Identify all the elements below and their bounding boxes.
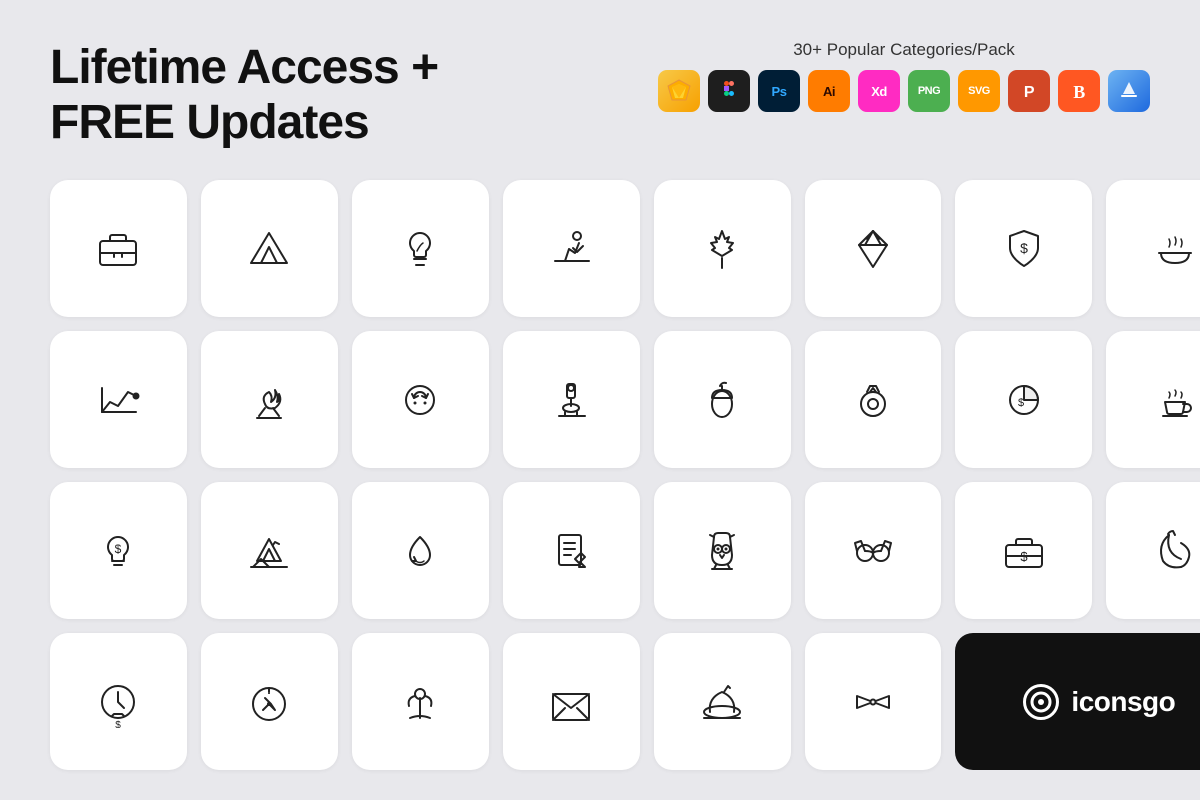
format-icons-row: Ps Ai Xd PNG SVG P B <box>658 70 1150 112</box>
icon-water-recycle <box>352 482 489 619</box>
icon-notepad <box>503 482 640 619</box>
icon-envelope <box>503 633 640 770</box>
icon-shield-dollar: $ <box>955 180 1092 317</box>
format-badge-blogger: B <box>1058 70 1100 112</box>
icon-food-bowl <box>1106 180 1200 317</box>
icon-hand-plant <box>352 633 489 770</box>
icon-banana <box>1106 482 1200 619</box>
icon-binoculars <box>805 482 942 619</box>
svg-text:P: P <box>1024 84 1035 101</box>
logo-icon <box>1023 684 1059 720</box>
icon-maple-leaf <box>654 180 791 317</box>
header-right: 30+ Popular Categories/Pack <box>658 40 1150 112</box>
iconsgo-logo[interactable]: iconsgo <box>955 633 1200 770</box>
icon-roast-food <box>654 633 791 770</box>
format-badge-ppt: P <box>1008 70 1050 112</box>
icon-recycle-face <box>352 331 489 468</box>
format-badge-xd: Xd <box>858 70 900 112</box>
icon-clock-dollar: $ <box>50 633 187 770</box>
icon-acorn <box>654 331 791 468</box>
svg-text:$: $ <box>1018 397 1024 409</box>
icon-coffee-cup <box>1106 331 1200 468</box>
icon-pie-chart-dollar: $ <box>955 331 1092 468</box>
page-header: Lifetime Access + FREE Updates 30+ Popul… <box>50 40 1150 150</box>
icon-eco-bulb <box>352 180 489 317</box>
format-badge-ai: Ai <box>808 70 850 112</box>
categories-label: 30+ Popular Categories/Pack <box>793 40 1015 60</box>
icon-campfire <box>201 331 338 468</box>
icons-grid: $ <box>50 180 1150 770</box>
format-badge-figma <box>708 70 750 112</box>
format-badge-ps: Ps <box>758 70 800 112</box>
format-badge-keynote <box>1108 70 1150 112</box>
format-badge-sketch <box>658 70 700 112</box>
icon-ring <box>805 331 942 468</box>
svg-text:B: B <box>1073 82 1085 102</box>
icon-tent <box>201 180 338 317</box>
svg-text:$: $ <box>116 720 122 728</box>
icon-bow-tie <box>805 633 942 770</box>
svg-text:$: $ <box>115 542 122 556</box>
icon-mountain-tent <box>201 482 338 619</box>
icon-line-chart <box>50 331 187 468</box>
icon-diamond <box>805 180 942 317</box>
icon-person-desk <box>503 180 640 317</box>
icon-owl <box>654 482 791 619</box>
icon-idea-dollar: $ <box>50 482 187 619</box>
svg-text:$: $ <box>1020 240 1028 256</box>
icon-briefcase <box>50 180 187 317</box>
format-badge-png: PNG <box>908 70 950 112</box>
format-badge-svg: SVG <box>958 70 1000 112</box>
icon-microscope <box>503 331 640 468</box>
icon-briefcase-dollar: $ <box>955 482 1092 619</box>
icon-compass <box>201 633 338 770</box>
main-title: Lifetime Access + FREE Updates <box>50 40 438 150</box>
logo-text: iconsgo <box>1071 686 1175 718</box>
